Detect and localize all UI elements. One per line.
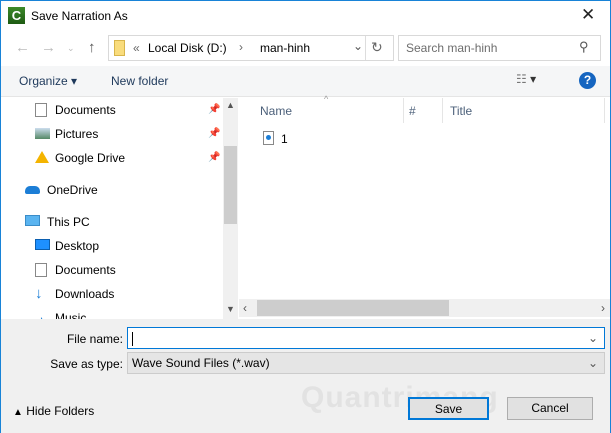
save-type-select[interactable]: Wave Sound Files (*.wav) ⌄ <box>127 352 605 374</box>
save-dialog: C Save Narration As ✕ ← → ⌄ ↑ « Local Di… <box>0 0 611 433</box>
sidebar-item-downloads[interactable]: ↓ Downloads <box>35 284 114 304</box>
help-button[interactable]: ? <box>579 72 596 89</box>
sidebar-item-google-drive[interactable]: Google Drive <box>35 148 125 168</box>
audio-file-icon <box>263 131 274 145</box>
file-name-input[interactable]: ⌄ <box>127 327 605 349</box>
search-placeholder: Search man-hinh <box>406 41 498 55</box>
column-header-number[interactable]: # <box>409 104 416 118</box>
organize-label: Organize <box>19 74 68 88</box>
scroll-right-icon[interactable]: › <box>601 301 605 315</box>
file-name-label: File name: <box>66 332 123 346</box>
scroll-left-icon[interactable]: ‹ <box>243 301 247 315</box>
file-name: 1 <box>281 132 288 146</box>
label: Documents <box>55 263 116 277</box>
pictures-icon <box>35 128 50 139</box>
recent-dropdown-icon[interactable]: ⌄ <box>67 43 75 54</box>
chevron-down-icon[interactable]: ⌄ <box>588 328 598 348</box>
hide-folders-label: Hide Folders <box>26 404 95 418</box>
breadcrumb-separator[interactable]: › <box>239 40 243 54</box>
sort-ascending-icon: ^ <box>324 94 329 104</box>
organize-button[interactable]: Organize ▾ <box>19 74 77 88</box>
label: Google Drive <box>55 151 126 165</box>
downloads-icon: ↓ <box>35 285 43 302</box>
navigation-scrollbar[interactable]: ▲ ▼ <box>223 98 238 319</box>
refresh-icon[interactable]: ↻ <box>371 39 383 56</box>
chevron-up-icon: ▲ <box>13 407 23 418</box>
forward-button[interactable]: → <box>41 39 56 56</box>
pin-icon[interactable]: 📌 <box>208 152 220 163</box>
app-icon: C <box>8 7 25 24</box>
documents-icon <box>35 263 47 277</box>
navigation-pane: Documents 📌 Pictures 📌 Google Drive 📌 On… <box>1 98 223 319</box>
label: Pictures <box>55 127 99 141</box>
breadcrumb-man-hinh[interactable]: man-hinh <box>260 41 310 55</box>
pin-icon[interactable]: 📌 <box>208 104 220 115</box>
label: Documents <box>55 103 116 117</box>
save-type-label: Save as type: <box>50 357 123 371</box>
desktop-icon <box>35 239 50 250</box>
search-input[interactable]: Search man-hinh ⚲ <box>398 35 601 61</box>
chevron-down-icon[interactable]: ⌄ <box>588 353 598 373</box>
sidebar-item-documents-pinned[interactable]: Documents <box>35 100 116 120</box>
breadcrumb-local-disk[interactable]: Local Disk (D:) <box>148 41 227 55</box>
breadcrumb-overflow[interactable]: « <box>133 41 140 55</box>
music-icon: ♪ <box>38 310 53 319</box>
sidebar-item-onedrive[interactable]: OneDrive <box>25 180 98 200</box>
up-button[interactable]: ↑ <box>88 39 96 56</box>
sidebar-item-this-pc[interactable]: This PC <box>25 212 90 232</box>
new-folder-button[interactable]: New folder <box>111 74 168 88</box>
file-row[interactable]: 1 <box>263 130 323 148</box>
google-drive-icon <box>35 151 49 163</box>
save-type-value: Wave Sound Files (*.wav) <box>132 356 270 370</box>
onedrive-icon <box>25 186 40 194</box>
documents-icon <box>35 103 47 117</box>
label: Desktop <box>55 239 100 253</box>
label: Downloads <box>55 287 115 301</box>
sidebar-item-documents[interactable]: Documents <box>35 260 116 280</box>
save-button[interactable]: Save <box>408 397 489 420</box>
horizontal-scrollbar[interactable]: ‹ › <box>239 299 610 317</box>
window-title: Save Narration As <box>31 9 128 23</box>
folder-icon <box>114 40 125 56</box>
scroll-up-icon[interactable]: ▲ <box>226 100 235 110</box>
column-header-title[interactable]: Title <box>450 104 472 118</box>
label: Music <box>55 311 87 319</box>
close-button[interactable]: ✕ <box>581 5 595 25</box>
sidebar-item-desktop[interactable]: Desktop <box>35 236 99 256</box>
cancel-button[interactable]: Cancel <box>507 397 593 420</box>
label: OneDrive <box>47 183 98 197</box>
scroll-down-icon[interactable]: ▼ <box>226 304 235 314</box>
label: This PC <box>47 215 90 229</box>
sidebar-item-music[interactable]: ♪Music <box>35 308 86 319</box>
pin-icon[interactable]: 📌 <box>208 128 220 139</box>
scroll-thumb[interactable] <box>224 146 237 224</box>
view-options-icon[interactable]: ☷ ▾ <box>516 72 536 86</box>
sidebar-item-pictures[interactable]: Pictures <box>35 124 98 144</box>
toolbar: Organize ▾ New folder ☷ ▾ ? <box>1 66 610 97</box>
scroll-thumb[interactable] <box>257 300 449 316</box>
address-dropdown-icon[interactable]: ⌄ <box>353 39 363 53</box>
address-bar[interactable]: « Local Disk (D:) › man-hinh ⌄ ↻ <box>108 35 394 61</box>
this-pc-icon <box>25 215 40 226</box>
search-icon[interactable]: ⚲ <box>579 39 589 55</box>
column-header-name[interactable]: Name <box>260 104 292 118</box>
back-button[interactable]: ← <box>15 39 30 56</box>
hide-folders-button[interactable]: ▲ Hide Folders <box>13 404 94 418</box>
